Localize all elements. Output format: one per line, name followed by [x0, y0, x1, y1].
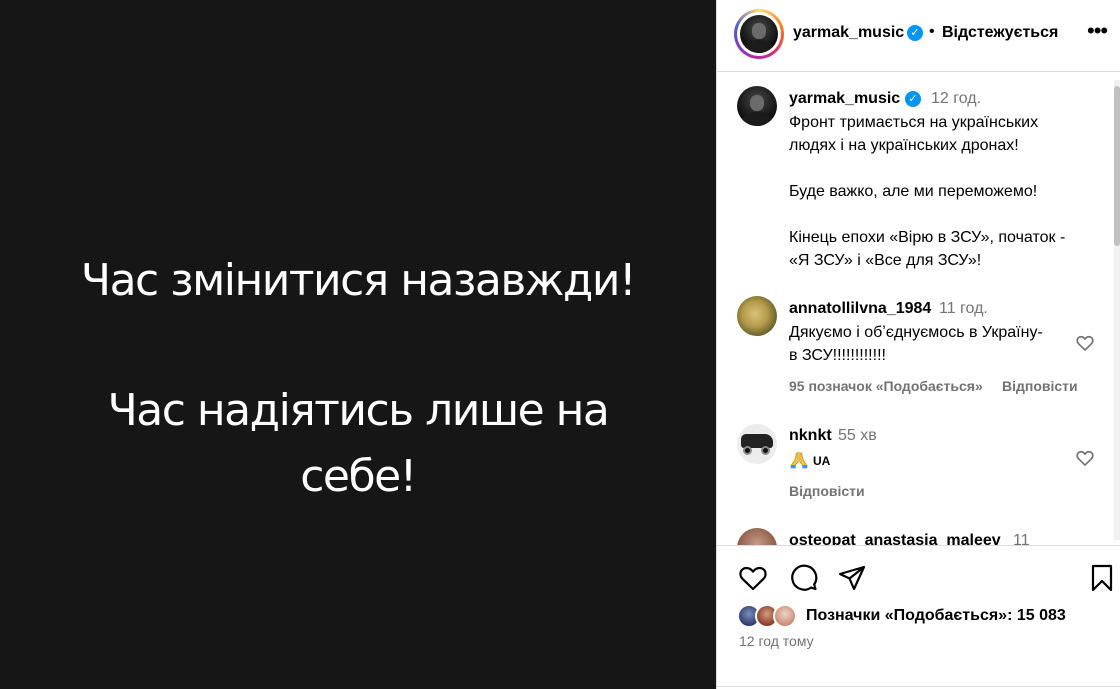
reply-button[interactable]: Відповісти [1002, 378, 1078, 394]
commenter-avatar[interactable] [737, 424, 777, 464]
post-side-panel: yarmak_music ✓ • Відстежується ••• yarma… [716, 0, 1120, 689]
commenter-username-link[interactable]: annatollilvna_1984 [789, 300, 931, 318]
caption-username-link[interactable]: yarmak_music [789, 90, 900, 108]
post-likes-count[interactable]: Позначки «Подобається»: 15 083 [806, 607, 1066, 625]
media-text-line-1: Час змінитися назавжди! [80, 255, 637, 306]
caption-text: Фронт тримається на українських людях і … [789, 114, 1066, 269]
author-username-link[interactable]: yarmak_music [793, 24, 904, 42]
avatar [740, 15, 778, 53]
caption-author-avatar[interactable] [737, 86, 777, 126]
comment-text: Дякуємо і обʼєднуємось в Україну- в ЗСУ!… [789, 321, 1079, 367]
separator-dot: • [929, 23, 935, 40]
post-timestamp[interactable]: 12 год тому [739, 633, 814, 649]
paper-plane-icon[interactable] [836, 562, 868, 594]
media-text-line-2: Час надіятись лише на [107, 385, 610, 436]
more-horizontal-icon[interactable]: ••• [1087, 18, 1108, 44]
media-text-line-3: себе! [300, 451, 417, 502]
bookmark-icon[interactable] [1086, 562, 1118, 594]
comment-text: UA [813, 454, 831, 468]
avatar [773, 604, 797, 628]
commenter-avatar[interactable] [737, 296, 777, 336]
comment-text-line: в ЗСУ!!!!!!!!!!!! [789, 347, 886, 364]
commenter-username-link[interactable]: nknkt [789, 427, 832, 445]
post-media[interactable]: Час змінитися назавжди! Час надіятись ли… [0, 0, 716, 689]
comment-timestamp[interactable]: 11 год. [939, 300, 988, 318]
caption-timestamp[interactable]: 12 год. [931, 90, 981, 108]
commenter-avatar[interactable] [737, 528, 777, 545]
author-story-avatar[interactable] [734, 9, 784, 59]
divider [717, 686, 1120, 687]
comments-scroll-area[interactable]: yarmak_music ✓ 12 год. Фронт тримається … [717, 72, 1120, 546]
post-header: yarmak_music ✓ • Відстежується ••• [717, 0, 1120, 72]
comment-heart-icon[interactable] [1075, 333, 1095, 353]
reply-button[interactable]: Відповісти [789, 483, 865, 499]
following-button[interactable]: Відстежується [942, 24, 1058, 42]
instagram-post-viewer: Час змінитися назавжди! Час надіятись ли… [0, 0, 1120, 689]
scrollbar-thumb[interactable] [1114, 86, 1120, 246]
folded-hands-icon [790, 451, 808, 469]
verified-badge-icon: ✓ [905, 91, 921, 107]
post-action-bar: Позначки «Подобається»: 15 083 12 год то… [717, 546, 1120, 689]
comment-text-line: Дякуємо і обʼєднуємось в Україну- [789, 324, 1043, 341]
comment-timestamp[interactable]: 55 хв [838, 427, 877, 445]
comment-likes-count[interactable]: 95 позначок «Подобається» [789, 378, 983, 394]
heart-icon[interactable] [737, 562, 769, 594]
liker-avatars[interactable] [737, 604, 807, 628]
commenter-username-link[interactable]: osteopat_anastasia_maleev [789, 532, 1001, 545]
comment-heart-icon[interactable] [1075, 448, 1095, 468]
comment-timestamp[interactable]: 11 [1013, 532, 1030, 545]
verified-badge-icon: ✓ [907, 25, 923, 41]
comment-icon[interactable] [787, 562, 819, 594]
